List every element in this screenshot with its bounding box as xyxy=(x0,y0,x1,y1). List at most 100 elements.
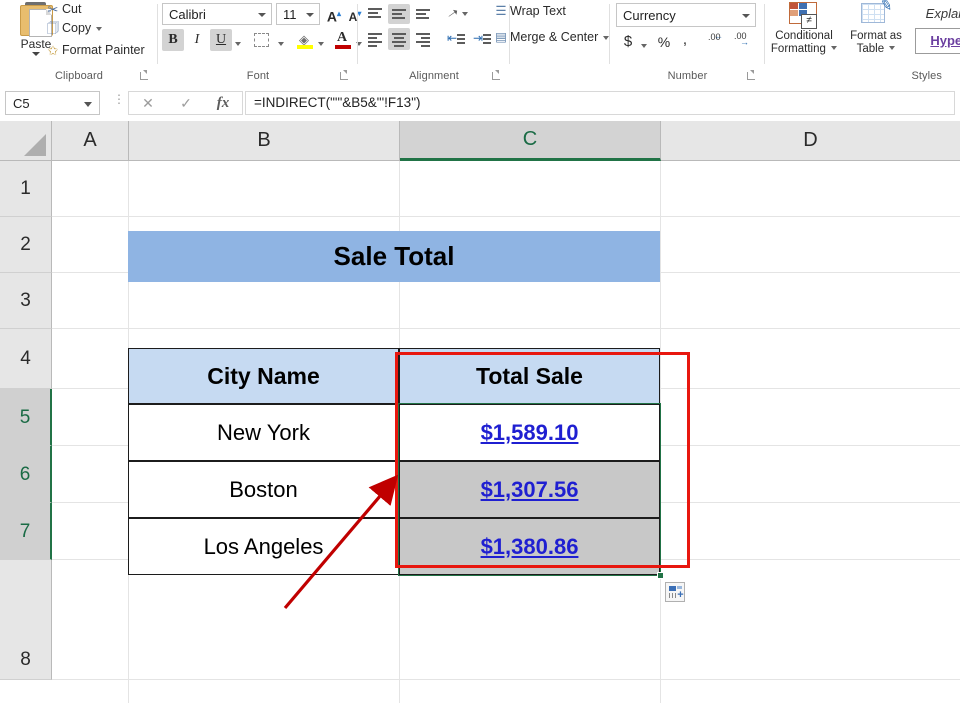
row-header-1[interactable]: 1 xyxy=(0,161,52,217)
column-header-C[interactable]: C xyxy=(400,121,661,161)
city-value: Los Angeles xyxy=(204,534,324,560)
cell-C4-total-sale-header[interactable]: Total Sale xyxy=(399,348,660,404)
bottom-align-button[interactable] xyxy=(412,4,434,24)
cell-B4-city-name-header[interactable]: City Name xyxy=(128,348,399,404)
ribbon-group-number: Currency $ % , ← .00 .00 → Nu xyxy=(610,0,765,84)
conditional-formatting-button[interactable]: ≠ Conditional Formatting xyxy=(765,2,843,55)
underline-dropdown-caret[interactable] xyxy=(232,33,244,47)
chevron-down-icon xyxy=(84,102,92,107)
ribbon-group-clipboard: Paste ✂Cut 🗍Copy ✩Format Painter Clipboa… xyxy=(0,0,158,84)
copy-button[interactable]: 🗍Copy xyxy=(44,19,102,38)
insert-function-button[interactable]: fx xyxy=(204,92,242,114)
format-painter-button[interactable]: ✩Format Painter xyxy=(44,41,145,60)
bold-button[interactable]: B xyxy=(162,29,184,51)
increase-decimal-button[interactable]: ← .00 xyxy=(706,32,730,52)
cell-area[interactable]: Sale Total City Name Total Sale New York… xyxy=(52,161,960,703)
cut-button[interactable]: ✂Cut xyxy=(44,0,81,19)
conditional-formatting-caret[interactable] xyxy=(831,46,837,50)
column-header-A-label: A xyxy=(83,129,96,151)
borders-button[interactable] xyxy=(250,29,274,51)
select-all-corner[interactable] xyxy=(0,121,52,161)
number-group-label: Number xyxy=(610,70,765,82)
column-header-A[interactable]: A xyxy=(52,121,129,161)
fill-color-dropdown-caret[interactable] xyxy=(315,33,327,47)
row-header-8[interactable]: 8 xyxy=(0,560,52,680)
font-dialog-launcher[interactable] xyxy=(339,69,350,80)
cancel-formula-button[interactable]: ✕ xyxy=(129,92,167,114)
column-header-D[interactable]: D xyxy=(661,121,960,161)
cell-C5-total[interactable]: $1,589.10 xyxy=(399,404,660,461)
quick-analysis-button[interactable]: + xyxy=(665,582,685,602)
conditional-formatting-label-1: Conditional xyxy=(765,30,843,43)
row-header-7-label: 7 xyxy=(20,521,31,542)
row-header-5-label: 5 xyxy=(20,407,31,428)
decrease-indent-button[interactable]: ⇤ xyxy=(444,28,468,50)
row-header-8-label: 8 xyxy=(20,649,31,670)
font-family-combo[interactable]: Calibri xyxy=(162,3,272,25)
format-as-table-caret[interactable] xyxy=(889,46,895,50)
borders-dropdown-caret[interactable] xyxy=(275,33,287,47)
increase-font-size-button[interactable]: A▴ xyxy=(324,4,344,24)
formula-input[interactable]: =INDIRECT("'"&B5&"'!F13") xyxy=(245,91,955,115)
row-header-6[interactable]: 6 xyxy=(0,446,52,503)
fill-handle[interactable] xyxy=(657,572,664,579)
row-header-3-label: 3 xyxy=(20,290,31,311)
font-color-button[interactable]: A xyxy=(332,29,354,51)
city-value: New York xyxy=(217,420,310,446)
city-value: Boston xyxy=(229,477,298,503)
fill-color-button[interactable]: ◈ xyxy=(294,29,316,51)
font-color-swatch xyxy=(335,45,351,49)
row-header-7[interactable]: 7 xyxy=(0,503,52,560)
clipboard-dialog-launcher[interactable] xyxy=(139,69,150,80)
accounting-label: $ xyxy=(624,33,632,50)
cell-C6-total[interactable]: $1,307.56 xyxy=(399,461,660,518)
middle-align-button[interactable] xyxy=(388,4,410,24)
cell-B5-city[interactable]: New York xyxy=(128,404,399,461)
format-as-table-label-1: Format as xyxy=(843,30,909,43)
cell-C7-total[interactable]: $1,380.86 xyxy=(399,518,660,575)
cell-style-explanatory[interactable]: Explanatory xyxy=(915,2,960,28)
percent-format-button[interactable]: % xyxy=(654,31,674,53)
accounting-format-button[interactable]: $ xyxy=(618,31,638,53)
decrease-decimal-button[interactable]: .00 → xyxy=(732,32,756,52)
ribbon-group-alignment: ➝ ⇤ ⇥ Alignment xyxy=(358,0,510,84)
cell-B7-city[interactable]: Los Angeles xyxy=(128,518,399,575)
font-size-combo[interactable]: 11 xyxy=(276,3,320,25)
row-header-2[interactable]: 2 xyxy=(0,217,52,273)
format-as-table-button[interactable]: ✎ Format as Table xyxy=(843,2,909,55)
underline-button[interactable]: U xyxy=(210,29,232,51)
enter-formula-button[interactable]: ✓ xyxy=(167,92,205,114)
cell-sale-total-banner[interactable]: Sale Total xyxy=(128,231,660,282)
total-value: $1,589.10 xyxy=(481,420,579,446)
align-left-button[interactable] xyxy=(364,28,386,50)
orientation-button[interactable]: ➝ xyxy=(444,4,470,24)
italic-button[interactable]: I xyxy=(186,29,208,51)
row-header-5[interactable]: 5 xyxy=(0,389,52,446)
clipboard-group-label: Clipboard xyxy=(0,70,158,82)
column-header-B[interactable]: B xyxy=(129,121,400,161)
cell-B6-city[interactable]: Boston xyxy=(128,461,399,518)
top-align-button[interactable] xyxy=(364,4,386,24)
paintbrush-icon: ✩ xyxy=(44,41,62,60)
cell-style-hyperlink[interactable]: Hyperlink xyxy=(915,28,960,54)
merge-center-button[interactable]: ▤Merge & Center xyxy=(492,28,609,47)
paste-dropdown-caret[interactable] xyxy=(32,52,40,56)
formula-bar-handle[interactable]: ⋮ xyxy=(113,96,116,110)
copy-dropdown-caret[interactable] xyxy=(96,27,102,31)
row-header-4[interactable]: 4 xyxy=(0,329,52,389)
row-header-3[interactable]: 3 xyxy=(0,273,52,329)
scissors-icon: ✂ xyxy=(44,0,62,19)
total-value: $1,307.56 xyxy=(481,477,579,503)
quick-analysis-icon xyxy=(669,586,676,591)
align-center-button[interactable] xyxy=(388,28,410,50)
comma-format-button[interactable]: , xyxy=(676,31,694,53)
wrap-text-button[interactable]: ☰Wrap Text xyxy=(492,2,566,21)
chevron-down-icon xyxy=(306,13,314,17)
name-box[interactable]: C5 xyxy=(5,91,100,115)
accounting-dropdown-caret[interactable] xyxy=(638,35,650,49)
chevron-down-icon xyxy=(258,13,266,17)
number-format-combo[interactable]: Currency xyxy=(616,3,756,27)
align-right-button[interactable] xyxy=(412,28,434,50)
number-dialog-launcher[interactable] xyxy=(746,69,757,80)
merge-center-label: Merge & Center xyxy=(510,30,598,44)
